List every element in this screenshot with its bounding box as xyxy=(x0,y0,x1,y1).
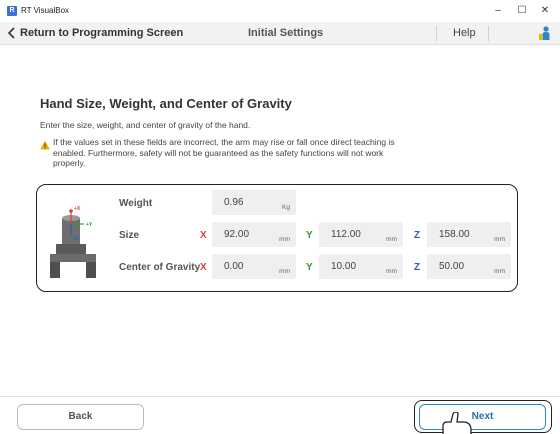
size-y-input[interactable]: 112.00 mm xyxy=(319,222,403,247)
size-z-unit: mm xyxy=(494,236,505,243)
size-x-unit: mm xyxy=(279,236,290,243)
weight-unit: Kg xyxy=(282,204,290,211)
size-y-value: 112.00 xyxy=(331,229,361,240)
header-divider xyxy=(488,26,489,41)
footer-divider xyxy=(0,396,560,397)
axis-z-label: +Z xyxy=(73,236,79,242)
weight-input[interactable]: 0.96 Kg xyxy=(212,190,296,215)
size-z-input[interactable]: 158.00 mm xyxy=(427,222,511,247)
return-to-programming-link[interactable]: Return to Programming Screen xyxy=(20,27,183,39)
size-y-unit: mm xyxy=(386,236,397,243)
window-titlebar: R RT VisualBox – ☐ ✕ xyxy=(0,0,560,22)
size-z-value: 158.00 xyxy=(439,229,470,240)
chevron-left-icon[interactable] xyxy=(6,26,18,40)
cog-y-value: 10.00 xyxy=(331,261,357,272)
app-logo-icon: R xyxy=(7,6,17,16)
size-x-input[interactable]: 92.00 mm xyxy=(212,222,296,247)
cog-x-axis-label: X xyxy=(200,262,207,273)
warning-icon xyxy=(40,140,50,150)
size-label: Size xyxy=(119,230,140,241)
user-icon[interactable] xyxy=(538,25,552,41)
warning-text: If the values set in these fields are in… xyxy=(53,137,395,168)
cog-z-input[interactable]: 50.00 mm xyxy=(427,254,511,279)
size-x-value: 92.00 xyxy=(224,229,250,240)
help-button[interactable]: Help xyxy=(453,27,476,39)
cog-z-axis-label: Z xyxy=(414,262,421,273)
page-title: Initial Settings xyxy=(248,27,324,39)
minimize-button[interactable]: – xyxy=(489,3,507,19)
back-button[interactable]: Back xyxy=(17,404,144,430)
size-y-axis-label: Y xyxy=(306,230,313,241)
size-x-axis-label: X xyxy=(200,230,207,241)
section-title: Hand Size, Weight, and Center of Gravity xyxy=(40,96,292,111)
window-title: RT VisualBox xyxy=(21,6,70,15)
robot-hand-illustration: +X +Y +Z xyxy=(50,206,96,278)
section-description: Enter the size, weight, and center of gr… xyxy=(40,120,251,130)
cog-z-value: 50.00 xyxy=(439,261,465,272)
cog-y-unit: mm xyxy=(386,268,397,275)
weight-value: 0.96 xyxy=(224,197,244,208)
cog-y-input[interactable]: 10.00 mm xyxy=(319,254,403,279)
cog-z-unit: mm xyxy=(494,268,505,275)
pointer-hand-icon xyxy=(442,412,472,434)
cog-x-value: 0.00 xyxy=(224,261,244,272)
axis-x-label: +X xyxy=(74,206,81,212)
size-z-axis-label: Z xyxy=(414,230,421,241)
cog-y-axis-label: Y xyxy=(306,262,313,273)
axis-y-label: +Y xyxy=(86,222,93,228)
header-divider xyxy=(436,26,437,41)
center-of-gravity-label: Center of Gravity xyxy=(119,262,201,273)
app-header: Return to Programming Screen Initial Set… xyxy=(0,22,560,45)
close-button[interactable]: ✕ xyxy=(536,3,554,19)
cog-x-input[interactable]: 0.00 mm xyxy=(212,254,296,279)
weight-label: Weight xyxy=(119,198,153,209)
cog-x-unit: mm xyxy=(279,268,290,275)
next-button[interactable]: Next xyxy=(419,404,546,430)
maximize-button[interactable]: ☐ xyxy=(513,3,531,19)
